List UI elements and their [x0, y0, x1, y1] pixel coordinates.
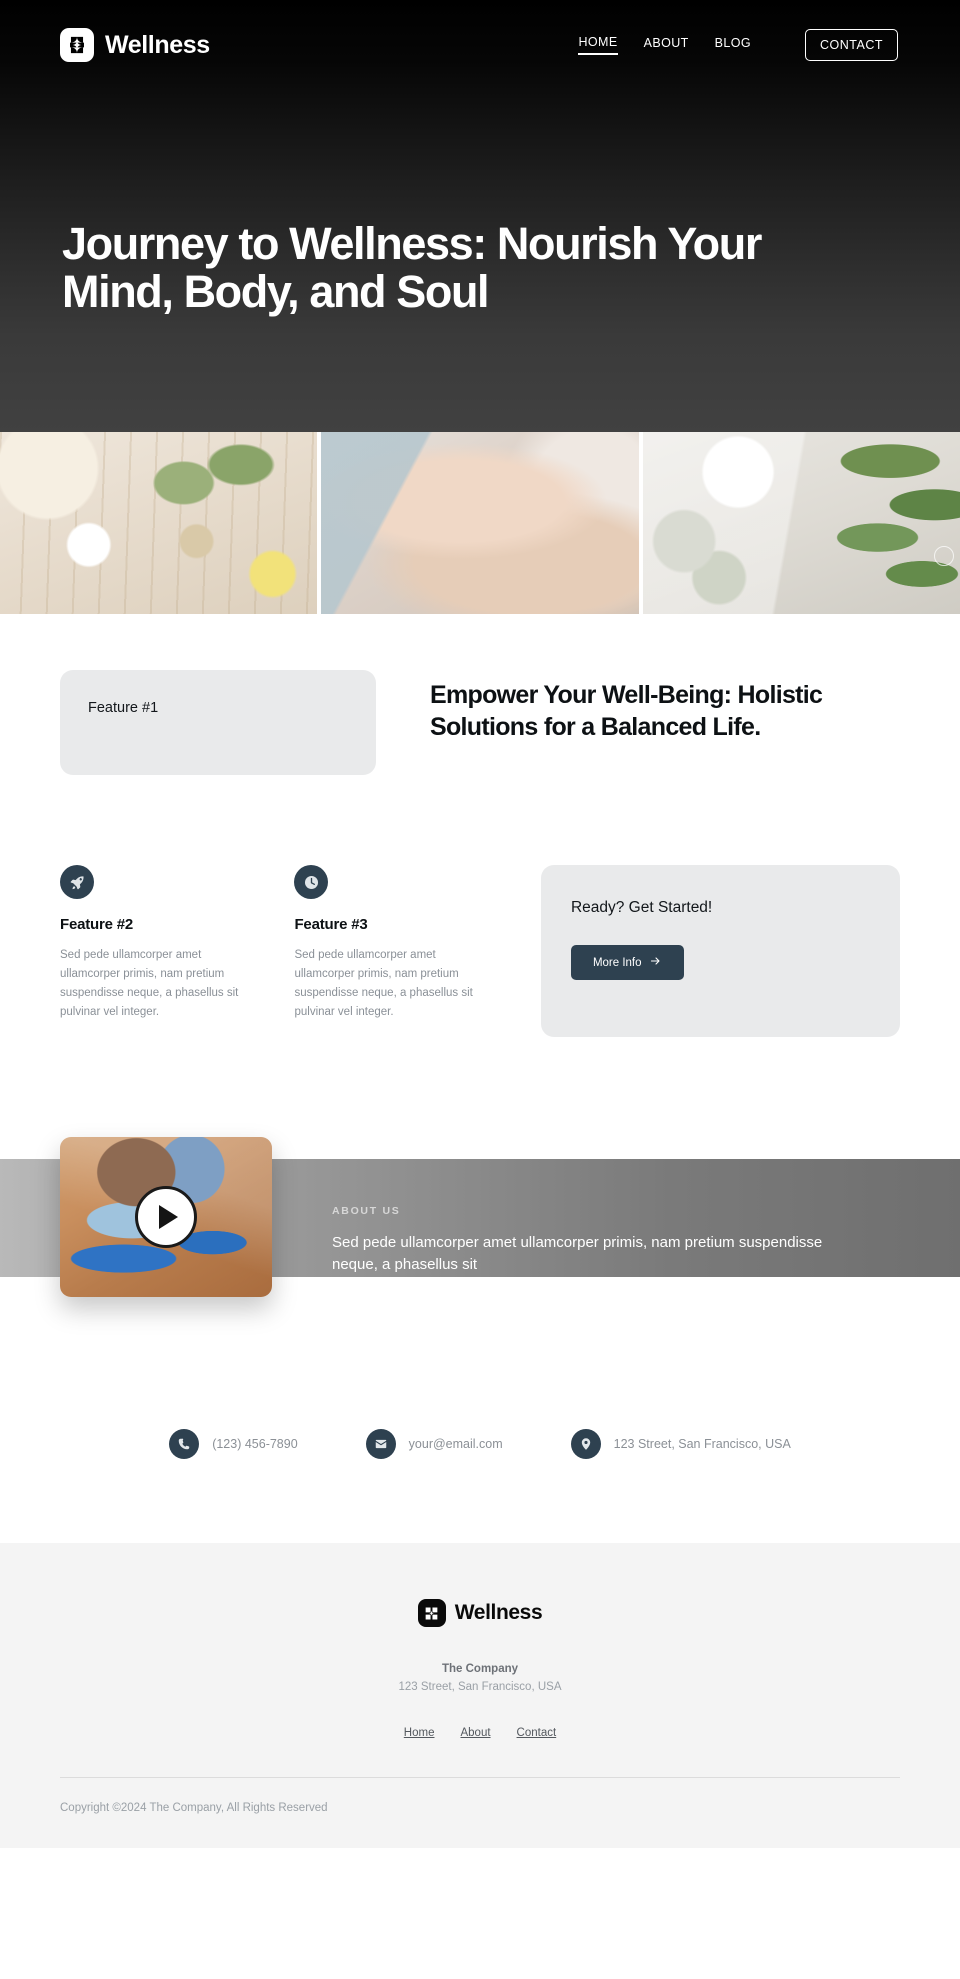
feature-item-2-title: Feature #2 — [60, 916, 134, 933]
landing-page: Wellness HOME ABOUT BLOG CONTACT Journey… — [0, 0, 960, 1848]
footer-link-home[interactable]: Home — [404, 1727, 435, 1739]
feature-card-1[interactable]: Feature #1 — [60, 670, 376, 775]
top-navigation: Wellness HOME ABOUT BLOG CONTACT — [0, 0, 960, 90]
about-section: ABOUT US Sed pede ullamcorper amet ullam… — [0, 1137, 960, 1297]
strip-image-coffee-leaves — [642, 432, 960, 614]
about-text-block: ABOUT US Sed pede ullamcorper amet ullam… — [332, 1205, 852, 1276]
brand-name: Wellness — [105, 30, 210, 59]
get-started-card: Ready? Get Started! More Info — [540, 865, 900, 1037]
nav-link-about[interactable]: ABOUT — [644, 36, 689, 54]
contact-button[interactable]: CONTACT — [805, 29, 898, 61]
contact-info-row: (123) 456-7890 your@email.com 123 Street… — [0, 1297, 960, 1543]
strip-image-spa-flatlay — [0, 432, 318, 614]
footer-link-contact[interactable]: Contact — [517, 1727, 557, 1739]
footer-brand-name: Wellness — [454, 1601, 543, 1624]
contact-email-text: your@email.com — [408, 1437, 503, 1451]
play-icon[interactable] — [135, 1186, 197, 1248]
decorative-circle-icon — [933, 546, 954, 566]
contact-email[interactable]: your@email.com — [365, 1429, 503, 1459]
play-triangle — [159, 1205, 178, 1229]
about-video-thumbnail[interactable] — [60, 1137, 272, 1297]
envelope-icon — [365, 1429, 396, 1459]
nav-link-home[interactable]: HOME — [578, 35, 618, 55]
feature-item-3-title: Feature #3 — [294, 916, 368, 933]
hero-title: Journey to Wellness: Nourish Your Mind, … — [62, 218, 762, 318]
brand-logo[interactable]: Wellness — [60, 28, 210, 62]
about-paragraph: Sed pede ullamcorper amet ullamcorper pr… — [332, 1234, 823, 1274]
more-info-button-label: More Info — [592, 956, 642, 969]
contact-address-text: 123 Street, San Francisco, USA — [613, 1437, 791, 1451]
features-section: Feature #1 Empower Your Well-Being: Holi… — [0, 614, 960, 1037]
clock-icon — [294, 865, 329, 899]
strip-image-massage — [321, 432, 639, 614]
features-bottom-row: Feature #2 Sed pede ullamcorper amet ull… — [60, 865, 900, 1037]
feature-item-3-body: Sed pede ullamcorper amet ullamcorper pr… — [294, 949, 473, 1019]
feature-item-2-body: Sed pede ullamcorper amet ullamcorper pr… — [60, 949, 239, 1019]
contact-phone[interactable]: (123) 456-7890 — [169, 1429, 298, 1459]
features-top-row: Feature #1 Empower Your Well-Being: Holi… — [60, 670, 900, 775]
contact-address[interactable]: 123 Street, San Francisco, USA — [570, 1429, 791, 1459]
location-pin-icon — [570, 1429, 601, 1459]
footer-wellness-petal-logo-icon — [417, 1599, 446, 1627]
nav-link-blog[interactable]: BLOG — [715, 36, 751, 54]
more-info-button[interactable]: More Info — [570, 945, 684, 980]
contact-phone-text: (123) 456-7890 — [212, 1437, 298, 1451]
hero-section: Wellness HOME ABOUT BLOG CONTACT Journey… — [0, 0, 960, 432]
footer-link-about[interactable]: About — [460, 1727, 490, 1739]
arrow-right-icon — [649, 955, 662, 970]
footer-company-name: The Company — [441, 1663, 519, 1675]
footer-links: Home About Contact — [60, 1727, 900, 1739]
nav-links: HOME ABOUT BLOG CONTACT — [578, 29, 898, 61]
footer: Wellness The Company 123 Street, San Fra… — [0, 1543, 960, 1848]
rocket-icon — [60, 865, 94, 899]
about-eyebrow: ABOUT US — [332, 1205, 401, 1217]
footer-brand-logo[interactable]: Wellness — [417, 1599, 543, 1627]
phone-icon — [169, 1429, 200, 1459]
get-started-title: Ready? Get Started! — [570, 899, 713, 916]
wellness-petal-logo-icon — [60, 28, 94, 62]
feature-card-1-title: Feature #1 — [88, 700, 159, 716]
footer-copyright: Copyright ©2024 The Company, All Rights … — [60, 1802, 328, 1814]
feature-item-2: Feature #2 Sed pede ullamcorper amet ull… — [60, 865, 254, 1022]
section-heading: Empower Your Well-Being: Holistic Soluti… — [430, 681, 823, 741]
footer-company-address: 123 Street, San Francisco, USA — [398, 1681, 562, 1693]
hero-image-strip — [0, 432, 960, 614]
feature-item-3: Feature #3 Sed pede ullamcorper amet ull… — [294, 865, 488, 1022]
